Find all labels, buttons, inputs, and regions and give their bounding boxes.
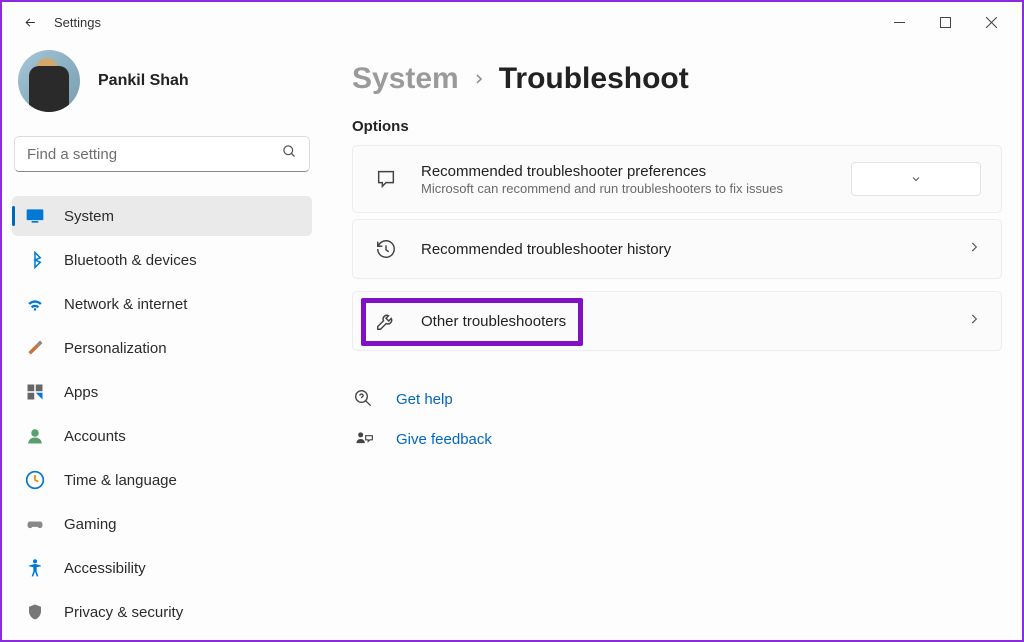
chat-icon <box>373 166 399 192</box>
sidebar-item-label: Personalization <box>64 340 167 357</box>
breadcrumb-current: Troubleshoot <box>499 62 689 96</box>
chevron-right-icon <box>967 240 981 259</box>
help-icon <box>352 387 376 411</box>
maximize-button[interactable] <box>922 7 968 37</box>
card-troubleshooter-prefs[interactable]: Recommended troubleshooter preferences M… <box>352 145 1002 213</box>
apps-icon <box>24 381 46 403</box>
sidebar-item-gaming[interactable]: Gaming <box>12 504 312 544</box>
sidebar-item-accounts[interactable]: Accounts <box>12 416 312 456</box>
profile[interactable]: Pankil Shah <box>12 48 312 114</box>
give-feedback-link[interactable]: Give feedback <box>352 427 1002 451</box>
sidebar-item-label: Accounts <box>64 428 126 445</box>
search-input[interactable] <box>14 136 310 172</box>
back-button[interactable] <box>10 7 50 37</box>
chevron-right-icon <box>967 312 981 331</box>
sidebar-item-privacy[interactable]: Privacy & security <box>12 592 312 632</box>
clock-globe-icon <box>24 469 46 491</box>
sidebar-item-network[interactable]: Network & internet <box>12 284 312 324</box>
person-icon <box>24 425 46 447</box>
card-title: Recommended troubleshooter preferences <box>421 163 837 180</box>
bluetooth-icon <box>24 249 46 271</box>
get-help-link[interactable]: Get help <box>352 387 1002 411</box>
chevron-right-icon <box>473 69 485 90</box>
minimize-button[interactable] <box>876 7 922 37</box>
link-label: Give feedback <box>396 431 492 448</box>
window-title: Settings <box>54 15 101 30</box>
chevron-down-icon <box>910 173 922 185</box>
card-title: Other troubleshooters <box>421 313 957 330</box>
prefs-dropdown[interactable] <box>851 162 981 196</box>
user-name: Pankil Shah <box>98 72 189 90</box>
gamepad-icon <box>24 513 46 535</box>
sidebar-item-label: Apps <box>64 384 98 401</box>
sidebar-item-label: Network & internet <box>64 296 187 313</box>
card-title: Recommended troubleshooter history <box>421 241 957 258</box>
sidebar-item-accessibility[interactable]: Accessibility <box>12 548 312 588</box>
close-button[interactable] <box>968 7 1014 37</box>
sidebar-item-personalization[interactable]: Personalization <box>12 328 312 368</box>
feedback-icon <box>352 427 376 451</box>
avatar <box>18 50 80 112</box>
sidebar-item-label: Time & language <box>64 472 177 489</box>
wrench-icon <box>373 308 399 334</box>
monitor-icon <box>24 205 46 227</box>
link-label: Get help <box>396 391 453 408</box>
sidebar-item-label: System <box>64 208 114 225</box>
card-other-troubleshooters[interactable]: Other troubleshooters <box>352 291 1002 351</box>
card-subtitle: Microsoft can recommend and run troubles… <box>421 181 837 196</box>
sidebar-item-label: Gaming <box>64 516 117 533</box>
sidebar-item-system[interactable]: System <box>12 196 312 236</box>
history-icon <box>373 236 399 262</box>
wifi-icon <box>24 293 46 315</box>
shield-icon <box>24 601 46 623</box>
sidebar-item-label: Accessibility <box>64 560 146 577</box>
search-icon <box>282 144 297 164</box>
section-label: Options <box>352 118 1002 135</box>
sidebar-item-time[interactable]: Time & language <box>12 460 312 500</box>
search-field[interactable] <box>27 146 282 163</box>
sidebar-item-bluetooth[interactable]: Bluetooth & devices <box>12 240 312 280</box>
breadcrumb: System Troubleshoot <box>352 62 1002 96</box>
breadcrumb-parent[interactable]: System <box>352 62 459 96</box>
sidebar-item-label: Bluetooth & devices <box>64 252 197 269</box>
card-troubleshooter-history[interactable]: Recommended troubleshooter history <box>352 219 1002 279</box>
sidebar-item-label: Privacy & security <box>64 604 183 621</box>
sidebar-item-apps[interactable]: Apps <box>12 372 312 412</box>
brush-icon <box>24 337 46 359</box>
accessibility-icon <box>24 557 46 579</box>
